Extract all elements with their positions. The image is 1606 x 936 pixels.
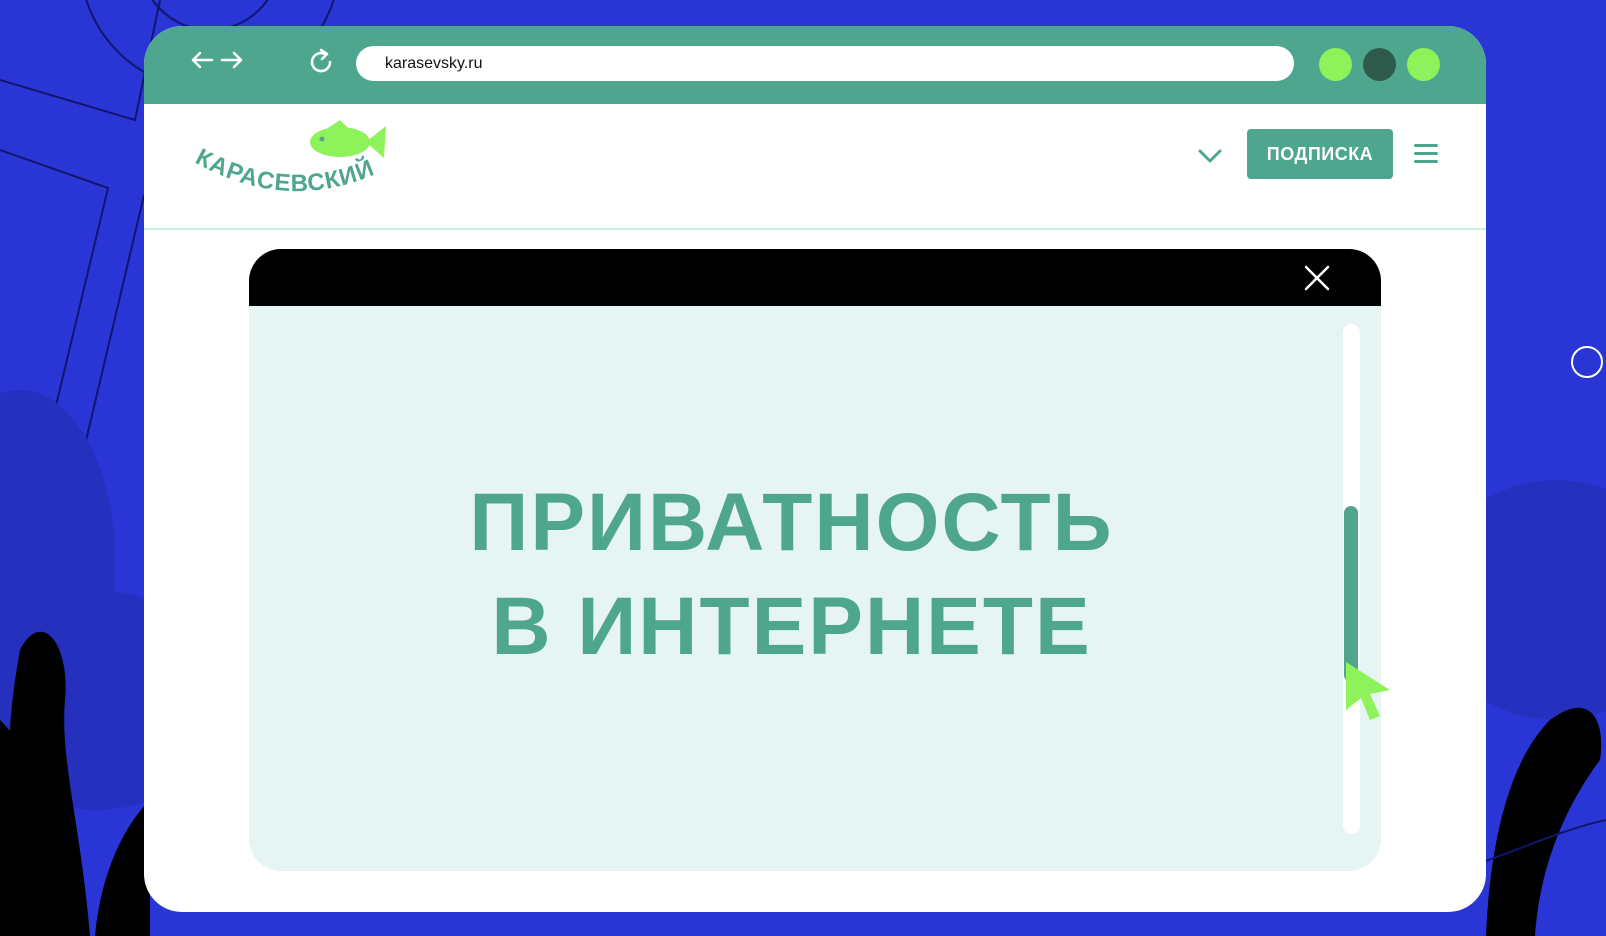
- window-dot-2[interactable]: [1363, 48, 1396, 81]
- modal-titlebar: [249, 249, 1381, 306]
- forward-arrow-icon[interactable]: [218, 48, 246, 72]
- circle-outline-icon: [1571, 346, 1603, 378]
- modal-headline: ПРИВАТНОСТЬ В ИНТЕРНЕТЕ: [249, 471, 1334, 679]
- scrollbar-thumb[interactable]: [1344, 506, 1358, 682]
- window-dot-3[interactable]: [1407, 48, 1440, 81]
- browser-window: karasevsky.ru КАРАСЕВСКИЙ ПОДПИСКА ПРИВА…: [144, 26, 1486, 912]
- site-header: КАРАСЕВСКИЙ ПОДПИСКА: [144, 104, 1486, 230]
- headline-line-1: ПРИВАТНОСТЬ: [469, 477, 1114, 568]
- window-dot-1[interactable]: [1319, 48, 1352, 81]
- modal-dialog: ПРИВАТНОСТЬ В ИНТЕРНЕТЕ: [249, 249, 1381, 871]
- address-bar[interactable]: karasevsky.ru: [356, 46, 1294, 81]
- reload-icon[interactable]: [306, 47, 336, 77]
- back-arrow-icon[interactable]: [188, 48, 216, 72]
- headline-line-2: В ИНТЕРНЕТЕ: [491, 581, 1092, 672]
- site-logo[interactable]: КАРАСЕВСКИЙ: [190, 114, 420, 200]
- hamburger-menu-icon[interactable]: [1414, 144, 1438, 166]
- subscribe-button[interactable]: ПОДПИСКА: [1247, 129, 1393, 179]
- browser-toolbar: karasevsky.ru: [144, 26, 1486, 104]
- close-icon[interactable]: [1303, 264, 1331, 292]
- chevron-down-icon[interactable]: [1196, 142, 1224, 170]
- mouse-pointer-icon: [1346, 662, 1390, 720]
- fish-icon: [310, 120, 386, 158]
